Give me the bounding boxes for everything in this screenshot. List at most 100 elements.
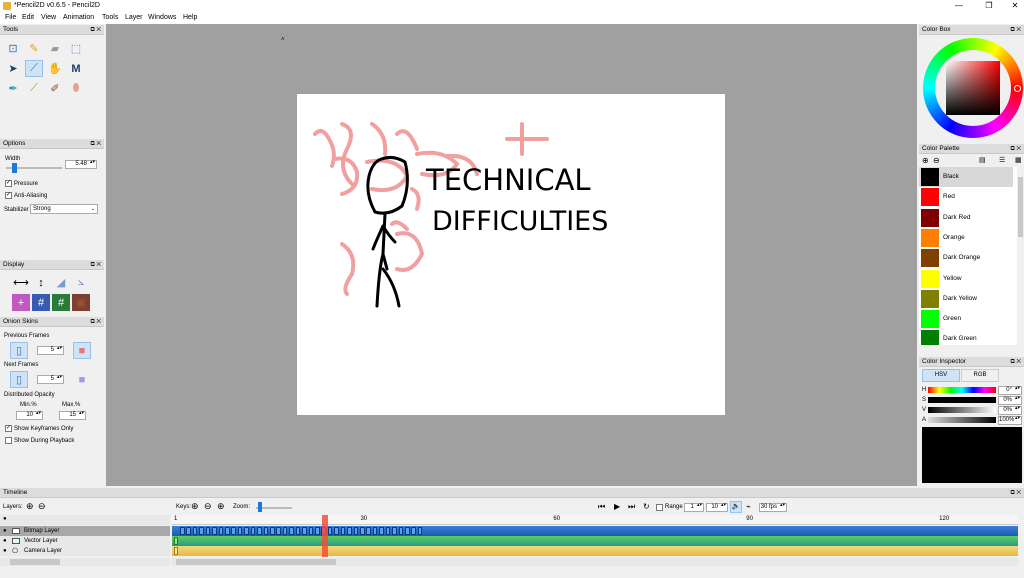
clear-tool-icon[interactable]: ⊡ [4,40,22,57]
layer-row-bitmap[interactable]: ● Bitmap Layer [0,526,170,536]
previous-frames-spinbox[interactable]: 5 [37,346,64,355]
menu-edit[interactable]: Edit [22,14,34,21]
move-tool-icon[interactable]: ➤ [4,60,22,77]
palette-item[interactable]: Black [919,167,1013,188]
onion-next-toggle-icon[interactable]: ▯ [10,371,28,388]
flip-horizontal-icon[interactable]: ⟷ [12,274,30,291]
keyframe[interactable] [417,527,423,535]
keyframe[interactable] [353,527,359,535]
menu-file[interactable]: File [5,14,16,21]
keyframe[interactable] [218,527,224,535]
keyframe[interactable] [244,527,249,535]
saturation-slider[interactable] [928,397,996,403]
keyframe[interactable] [398,527,404,535]
add-key-icon[interactable]: ⊕ [191,501,199,512]
keyframe[interactable] [180,527,185,535]
vector-track[interactable] [172,536,1018,546]
eraser-tool-icon[interactable]: ▰ [46,40,64,57]
keyframe[interactable] [385,527,391,535]
keyframe[interactable] [302,527,307,535]
add-color-icon[interactable]: ⊕ [922,156,929,165]
hand-tool-icon[interactable]: ✋ [46,60,64,77]
bitmap-track[interactable] [172,526,1018,536]
during-playback-checkbox[interactable] [5,437,12,444]
pencil-tool-icon[interactable]: ✎ [25,40,43,57]
visibility-icon[interactable]: ● [3,546,7,556]
jump-end-icon[interactable]: ⏭ [628,502,635,512]
bucket-tool-icon[interactable]: ⬮ [67,80,85,97]
camera-track[interactable] [172,546,1018,556]
sound-scrub-icon[interactable]: ⌁ [746,502,751,511]
palette-grid-icon[interactable]: ▦ [1015,156,1022,164]
timeline-scrollbar[interactable] [172,558,1018,566]
panel-float-close-icon[interactable]: ⧉ ✕ [90,25,101,35]
perspective-icon[interactable]: ⦣ [72,274,90,291]
keyframe[interactable] [334,527,339,535]
menu-windows[interactable]: Windows [148,14,176,21]
overlay-icon[interactable]: ◢ [52,274,70,291]
select-tool-icon[interactable]: ⬚ [67,40,85,57]
visibility-all-icon[interactable]: ● [3,516,7,522]
keyframe[interactable] [366,527,371,535]
keyframe[interactable] [379,527,384,535]
panel-float-close-icon[interactable]: ⧉ ✕ [1010,488,1021,498]
keyframe[interactable] [360,527,365,535]
outlines-icon[interactable]: ▣ [72,294,90,311]
keyframe[interactable] [231,527,236,535]
brush-tool-icon[interactable]: ⟋ [25,80,43,97]
onion-prev-toggle-icon[interactable]: ▯ [10,342,28,359]
keyframe[interactable] [257,527,262,535]
keyframe[interactable] [289,527,294,535]
panel-float-close-icon[interactable]: ⧉ ✕ [1010,25,1021,35]
remove-key-icon[interactable]: ⊖ [204,501,212,512]
loop-icon[interactable]: ↻ [643,502,650,511]
visibility-icon[interactable]: ● [3,536,7,546]
sound-icon[interactable]: 🔈 [730,501,742,513]
fps-spinbox[interactable]: 30 fps [759,503,787,512]
onion-prev-color-icon[interactable]: ■ [73,342,91,359]
duplicate-key-icon[interactable]: ⊕ [217,501,225,512]
alpha-spinbox[interactable]: 100% [998,416,1022,425]
menu-view[interactable]: View [41,14,56,21]
alpha-slider[interactable] [928,417,996,423]
keyframe[interactable] [276,527,281,535]
close-icon[interactable]: ✕ [1000,0,1024,12]
keyframe[interactable] [186,527,191,535]
keyframe[interactable] [372,527,378,535]
range-start-spinbox[interactable]: 1 [684,503,704,512]
palette-item[interactable]: Red [919,187,1013,207]
frame-ruler[interactable]: 1 30 60 90 120 [172,515,1018,525]
menu-tools[interactable]: Tools [102,14,118,21]
max-opacity-spinbox[interactable]: 15 [59,411,86,420]
remove-layer-icon[interactable]: ⊖ [38,501,46,512]
add-layer-icon[interactable]: ⊕ [26,501,34,512]
panel-float-close-icon[interactable]: ⧉ ✕ [90,317,101,327]
flip-vertical-icon[interactable]: ↕ [32,274,50,291]
palette-scrollbar[interactable] [1017,167,1024,345]
layer-row-camera[interactable]: ● ⎔ Camera Layer [0,546,170,556]
keyframe[interactable] [250,527,256,535]
eyedropper-tool-icon[interactable]: ⟋ [25,60,43,77]
pen-tool-icon[interactable]: ✒ [4,80,22,97]
hue-spinbox[interactable]: 0° [998,386,1022,395]
keyframe[interactable] [174,547,178,555]
hue-picker-handle[interactable] [1014,85,1021,92]
width-spinbox[interactable]: 5.48 [65,160,97,169]
range-end-spinbox[interactable]: 10 [706,503,728,512]
grid-icon[interactable]: # [32,294,50,311]
palette-item[interactable]: Yellow [919,269,1013,289]
width-slider-handle[interactable] [11,163,17,173]
remove-color-icon[interactable]: ⊖ [933,156,940,165]
min-opacity-spinbox[interactable]: 10 [16,411,43,420]
playhead[interactable] [321,515,328,557]
keyframe[interactable] [347,527,352,535]
keyframe[interactable] [315,527,320,535]
hue-slider[interactable] [928,387,996,393]
drawing-paper[interactable]: TECHNICAL DIFFICULTIES [297,94,725,415]
panel-float-close-icon[interactable]: ⧉ ✕ [1010,357,1021,367]
jump-start-icon[interactable]: ⏮ [598,502,605,512]
minimize-icon[interactable]: — [944,0,974,12]
layer-row-vector[interactable]: ● Vector Layer [0,536,170,546]
palette-item[interactable]: Orange [919,228,1013,248]
saturation-value-square[interactable] [946,61,1000,115]
